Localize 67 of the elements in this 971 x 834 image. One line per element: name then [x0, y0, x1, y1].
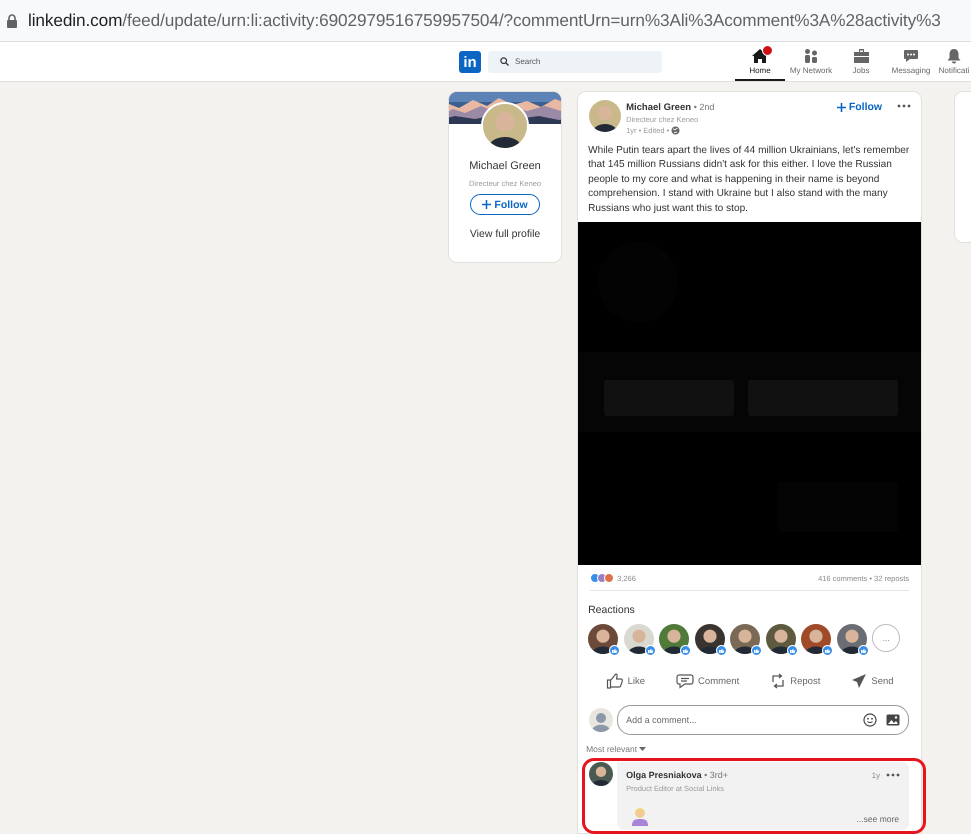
- avatar: [589, 100, 622, 132]
- like-badge-icon: [858, 645, 869, 656]
- like-badge-icon: [822, 645, 834, 656]
- plus-icon: [836, 102, 846, 112]
- plus-icon: [482, 200, 492, 209]
- bell-icon: [946, 48, 962, 64]
- more-icon[interactable]: [897, 104, 912, 108]
- reaction-icons: [590, 573, 614, 584]
- author-name[interactable]: Michael Green • 2nd: [626, 102, 714, 113]
- post-text: While Putin tears apart the lives of 44 million Ukrainians, let's remember that 145 million Russians didn't ask for this either. I love the Russian people to my core and what is happening in their name is beyond comprehension. I stand with Ukraine but I also stand with the many Russians who just want this to stop.: [588, 144, 910, 216]
- avatar: [589, 762, 614, 786]
- avatar: [589, 708, 614, 732]
- repost-button[interactable]: Repost: [764, 670, 826, 692]
- people-icon: [803, 48, 819, 64]
- briefcase-icon: [852, 48, 870, 64]
- globe-icon: [671, 126, 680, 135]
- like-badge-icon: [644, 645, 656, 656]
- nav-tab[interactable]: Messaging: [885, 42, 937, 81]
- send-icon: [851, 673, 868, 690]
- like-button[interactable]: Like: [600, 670, 652, 692]
- sort-dropdown[interactable]: Most relevant: [586, 744, 646, 754]
- home-icon: [751, 48, 769, 64]
- more-reactions-button[interactable]: ...: [872, 624, 900, 652]
- like-badge-icon: [716, 645, 727, 656]
- nav-tab[interactable]: My Network: [785, 42, 837, 81]
- avatar: [483, 104, 528, 148]
- search-field[interactable]: Search: [515, 57, 655, 66]
- caret-icon: [639, 747, 646, 752]
- linkedin-logo[interactable]: in: [459, 50, 481, 72]
- lock-icon: [6, 14, 18, 28]
- avatar: [766, 624, 796, 654]
- reactions-heading: Reactions: [588, 604, 636, 616]
- speech-bubble-icon: [903, 48, 919, 64]
- smiley-icon[interactable]: [863, 713, 878, 728]
- nav-tab[interactable]: Home: [735, 42, 785, 81]
- send-button[interactable]: Send: [845, 670, 900, 692]
- like-badge-icon: [786, 645, 798, 656]
- shrugging-person-icon: [630, 806, 650, 826]
- comment-field[interactable]: Add a comment...: [617, 705, 910, 736]
- nav-tab[interactable]: Notificati: [937, 42, 971, 81]
- search-icon: [500, 57, 509, 66]
- avatar: [730, 624, 760, 654]
- commenter-name[interactable]: Olga Presniakova • 3rd+: [626, 770, 728, 780]
- avatar: [588, 624, 618, 654]
- profile-name[interactable]: Michael Green: [469, 160, 541, 172]
- repost-icon: [770, 673, 786, 690]
- follow-button[interactable]: Follow: [836, 100, 882, 114]
- avatar: [836, 624, 867, 654]
- like-badge-icon: [751, 645, 762, 656]
- like-badge-icon: [680, 645, 692, 656]
- avatar: [801, 624, 832, 654]
- thumbs-up-icon: [606, 673, 624, 690]
- view-profile-link[interactable]: View full profile: [470, 228, 540, 240]
- avatar: [694, 624, 725, 654]
- more-icon[interactable]: [886, 773, 900, 778]
- speech-bubble-icon: [676, 673, 694, 690]
- search-field[interactable]: Search: [488, 50, 662, 72]
- comment-button[interactable]: Comment: [670, 670, 746, 692]
- see-more-link[interactable]: ...see more: [856, 814, 900, 824]
- comment-field[interactable]: Add a comment...: [626, 715, 854, 726]
- comment-time: 1y: [872, 770, 880, 780]
- avatar: [659, 624, 690, 654]
- follow-button[interactable]: Follow: [470, 194, 540, 215]
- like-badge-icon: [609, 645, 620, 656]
- image-icon[interactable]: [886, 714, 900, 726]
- avatar: [624, 624, 654, 654]
- nav-tab[interactable]: Jobs: [837, 42, 885, 81]
